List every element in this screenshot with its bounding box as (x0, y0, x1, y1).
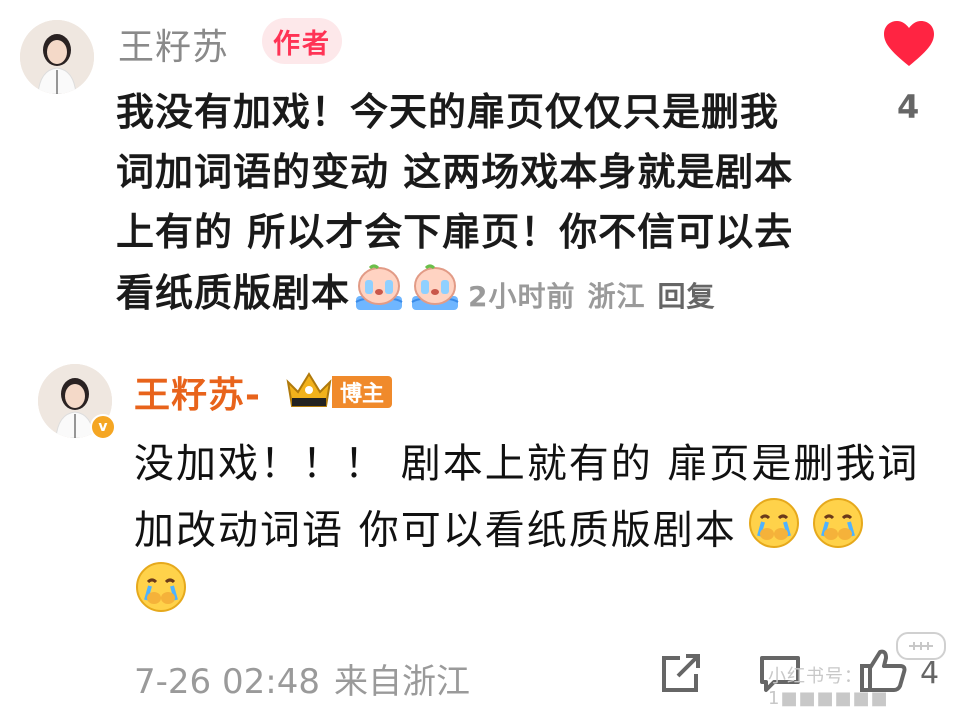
crying-emoji (408, 262, 462, 329)
username[interactable]: 王籽苏- (134, 366, 261, 418)
comment-line: 上有的 所以才会下扉页！你不信可以去 (116, 210, 794, 254)
comment-line: 没加戏！！！ 剧本上就有的 扉页是删我词 (134, 441, 920, 487)
crown-icon (284, 368, 334, 414)
comment-line: 词加词语的变动 这两场戏本身就是剧本 (116, 150, 794, 194)
comment-location: 浙江 (587, 280, 646, 313)
author-badge: 作者 (262, 18, 342, 64)
comment-time: 2小时前 (468, 280, 576, 313)
comment-meta: 2小时前 浙江 回复 (468, 280, 728, 313)
like-count: 4 (920, 656, 940, 691)
tearful-face-emoji (134, 560, 188, 633)
username[interactable]: 王籽苏 (118, 18, 229, 70)
comment-line: 看纸质版剧本 (116, 271, 351, 315)
blogger-badge: 博主 (332, 376, 392, 408)
reply-button[interactable]: 回复 (658, 280, 716, 313)
comment-source: 来自浙江 (333, 662, 470, 702)
verified-icon: v (90, 414, 116, 440)
comment-last-line: 看纸质版剧本 2小时前 浙江 回复 (116, 262, 836, 322)
heart-icon[interactable] (882, 20, 936, 72)
crying-emoji (352, 262, 406, 329)
tearful-face-emoji (747, 496, 801, 569)
comment-body: 没加戏！！！ 剧本上就有的 扉页是删我词 加改动词语 你可以看纸质版剧本 (134, 432, 954, 624)
tearful-face-emoji (811, 496, 865, 569)
comment-line-with-emoji: 加改动词语 你可以看纸质版剧本 (134, 496, 954, 560)
avatar[interactable] (20, 20, 94, 94)
comment-line: 加改动词语 你可以看纸质版剧本 (134, 507, 737, 554)
comment-time: 7-26 02:48 (134, 662, 320, 702)
emoji-line (134, 560, 954, 624)
comment-meta: 7-26 02:48 来自浙江 (134, 654, 484, 703)
share-icon[interactable] (660, 654, 702, 698)
thumbs-up-icon[interactable] (858, 646, 910, 698)
comment-line: 我没有加戏！今天的扉页仅仅只是删我 (116, 90, 780, 134)
comment-body: 我没有加戏！今天的扉页仅仅只是删我 词加词语的变动 这两场戏本身就是剧本 上有的… (116, 82, 836, 322)
like-count: 4 (897, 88, 920, 126)
